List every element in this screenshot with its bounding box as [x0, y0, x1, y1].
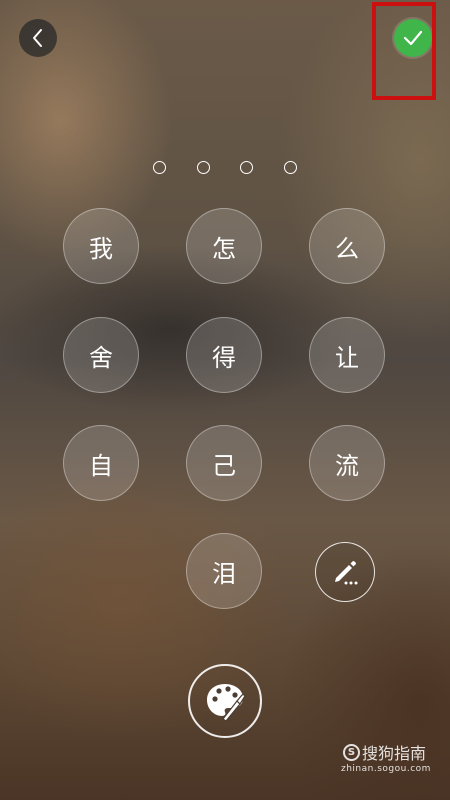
keypad-key[interactable]: 得 [186, 317, 262, 393]
keypad-key[interactable]: 舍 [63, 317, 139, 393]
theme-palette-button[interactable] [188, 664, 262, 738]
passcode-dot [197, 161, 210, 174]
keypad-key[interactable]: 自 [63, 425, 139, 501]
keypad-key[interactable]: 我 [63, 208, 139, 284]
edit-keys-button[interactable] [315, 542, 375, 602]
sogou-logo-icon: S [343, 743, 360, 761]
watermark-brand: 搜狗指南 [362, 744, 427, 763]
sogou-watermark: S 搜狗指南 zhinan.sogou.com [341, 740, 443, 780]
passcode-dot [240, 161, 253, 174]
highlight-box [372, 2, 436, 100]
passcode-dot [284, 161, 297, 174]
passcode-dot [153, 161, 166, 174]
watermark-url: zhinan.sogou.com [341, 764, 431, 774]
pencil-edit-icon [335, 561, 358, 585]
palette-icon [207, 684, 246, 722]
keypad-key[interactable]: 己 [186, 425, 262, 501]
keypad-key[interactable]: 么 [309, 208, 385, 284]
keypad-key[interactable]: 流 [309, 425, 385, 501]
passcode-dots [0, 161, 450, 177]
keypad-key[interactable]: 怎 [186, 208, 262, 284]
keypad-key[interactable]: 让 [309, 317, 385, 393]
chevron-left-icon [33, 29, 42, 47]
keypad-key[interactable]: 泪 [186, 533, 262, 609]
back-button[interactable] [19, 19, 57, 57]
